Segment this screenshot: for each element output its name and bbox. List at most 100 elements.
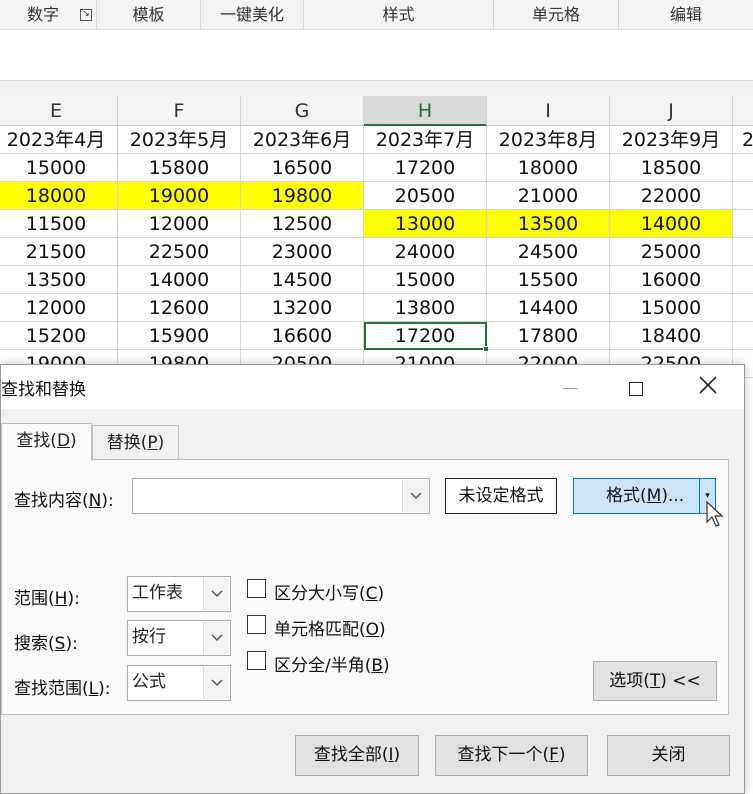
- column-header-f[interactable]: F: [118, 96, 241, 126]
- scope-select[interactable]: 工作表: [127, 576, 231, 612]
- table-cell[interactable]: 13200: [241, 294, 364, 322]
- table-cell[interactable]: [733, 294, 753, 322]
- look-in-value: 公式: [132, 672, 166, 692]
- format-button[interactable]: 格式(M)... ▾: [573, 478, 716, 514]
- table-cell[interactable]: 20500: [364, 182, 487, 210]
- match-byte-label[interactable]: 区分全/半角(B): [274, 651, 390, 676]
- chevron-down-icon[interactable]: [402, 480, 428, 512]
- label-accesskey: F: [549, 745, 559, 765]
- table-cell[interactable]: 18000: [487, 154, 610, 182]
- table-cell[interactable]: 14000: [118, 266, 241, 294]
- label-text: 格式(: [606, 486, 647, 506]
- label-accesskey: T: [649, 671, 661, 691]
- column-header-h[interactable]: H: [364, 96, 487, 126]
- match-case-label[interactable]: 区分大小写(C): [274, 579, 384, 604]
- chevron-down-icon[interactable]: [203, 667, 229, 699]
- label-accesskey: C: [365, 584, 378, 604]
- maximize-icon[interactable]: [614, 369, 658, 405]
- close-button[interactable]: 关闭: [607, 735, 730, 776]
- table-header-cell[interactable]: 2023年7月: [364, 126, 487, 154]
- table-cell[interactable]: 21500: [0, 238, 118, 266]
- table-cell[interactable]: 12600: [118, 294, 241, 322]
- column-header-e[interactable]: E: [0, 96, 118, 126]
- match-entire-cell-checkbox[interactable]: [247, 615, 266, 634]
- table-header-cell[interactable]: 2023年5月: [118, 126, 241, 154]
- options-button[interactable]: 选项(T) <<: [593, 661, 717, 701]
- dialog-titlebar[interactable]: 查找和替换: [1, 365, 744, 409]
- table-cell[interactable]: 12000: [0, 294, 118, 322]
- tab-find[interactable]: 查找(D): [1, 423, 92, 461]
- table-cell[interactable]: 24000: [364, 238, 487, 266]
- no-format-set-button[interactable]: 未设定格式: [445, 478, 557, 514]
- table-cell-highlighted[interactable]: 14000: [610, 210, 733, 238]
- table-cell[interactable]: 13800: [364, 294, 487, 322]
- chevron-down-icon[interactable]: [203, 578, 229, 610]
- table-cell[interactable]: 16600: [241, 322, 364, 350]
- table-header-cell[interactable]: 2023年8月: [487, 126, 610, 154]
- table-cell[interactable]: 18400: [610, 322, 733, 350]
- search-order-select[interactable]: 按行: [127, 620, 231, 656]
- column-header-g[interactable]: G: [241, 96, 364, 126]
- table-cell[interactable]: 15900: [118, 322, 241, 350]
- table-cell[interactable]: [733, 210, 753, 238]
- table-cell[interactable]: 18500: [610, 154, 733, 182]
- column-header-i[interactable]: I: [487, 96, 610, 126]
- table-header-cell[interactable]: 2: [733, 126, 753, 154]
- find-next-button[interactable]: 查找下一个(F): [435, 735, 588, 776]
- table-cell[interactable]: [733, 182, 753, 210]
- table-cell-highlighted[interactable]: 18000: [0, 182, 118, 210]
- table-cell[interactable]: 11500: [0, 210, 118, 238]
- table-cell[interactable]: 21000: [487, 182, 610, 210]
- column-header-k[interactable]: [733, 96, 753, 126]
- table-cell-highlighted[interactable]: 19000: [118, 182, 241, 210]
- label-end: ): [558, 745, 566, 765]
- table-cell[interactable]: 15000: [364, 266, 487, 294]
- match-entire-cell-label[interactable]: 单元格匹配(O): [274, 615, 386, 640]
- spreadsheet-grid[interactable]: E F G H I J 2023年4月 2023年5月 2023年6月 2023…: [0, 96, 753, 386]
- table-cell[interactable]: 13500: [0, 266, 118, 294]
- table-cell[interactable]: 25000: [610, 238, 733, 266]
- table-cell[interactable]: 24500: [487, 238, 610, 266]
- table-cell[interactable]: 14500: [241, 266, 364, 294]
- column-header-j[interactable]: J: [610, 96, 733, 126]
- active-cell[interactable]: 17200: [364, 322, 487, 350]
- fill-handle[interactable]: [483, 346, 489, 352]
- table-cell[interactable]: 15800: [118, 154, 241, 182]
- table-cell[interactable]: 17800: [487, 322, 610, 350]
- table-cell[interactable]: 15200: [0, 322, 118, 350]
- find-what-input[interactable]: [132, 478, 430, 514]
- table-cell[interactable]: 12000: [118, 210, 241, 238]
- tab-replace[interactable]: 替换(P): [92, 425, 179, 459]
- table-cell[interactable]: 23000: [241, 238, 364, 266]
- match-case-checkbox[interactable]: [247, 579, 266, 598]
- table-cell-highlighted[interactable]: 19800: [241, 182, 364, 210]
- table-cell[interactable]: 15000: [610, 294, 733, 322]
- label-end: ): [393, 745, 401, 765]
- table-cell[interactable]: [733, 266, 753, 294]
- find-all-button[interactable]: 查找全部(I): [295, 735, 419, 776]
- dialog-launcher-icon[interactable]: ↘: [80, 9, 92, 21]
- table-cell[interactable]: 17200: [364, 154, 487, 182]
- table-cell[interactable]: 12500: [241, 210, 364, 238]
- table-cell[interactable]: 22000: [610, 182, 733, 210]
- table-cell-highlighted[interactable]: 13000: [364, 210, 487, 238]
- table-cell[interactable]: [733, 322, 753, 350]
- table-header-cell[interactable]: 2023年9月: [610, 126, 733, 154]
- look-in-select[interactable]: 公式: [127, 665, 231, 701]
- close-icon[interactable]: [686, 369, 730, 405]
- table-cell[interactable]: 16000: [610, 266, 733, 294]
- table-cell-highlighted[interactable]: 13500: [487, 210, 610, 238]
- table-header-cell[interactable]: 2023年4月: [0, 126, 118, 154]
- chevron-down-icon[interactable]: [203, 622, 229, 654]
- table-header-cell[interactable]: 2023年6月: [241, 126, 364, 154]
- table-cell[interactable]: [733, 238, 753, 266]
- table-cell[interactable]: 14400: [487, 294, 610, 322]
- minimize-icon[interactable]: [548, 369, 592, 405]
- table-cell[interactable]: 16500: [241, 154, 364, 182]
- table-cell[interactable]: 15000: [0, 154, 118, 182]
- match-byte-checkbox[interactable]: [247, 651, 266, 670]
- table-cell[interactable]: [733, 154, 753, 182]
- label-accesskey: M: [646, 486, 662, 506]
- table-cell[interactable]: 15500: [487, 266, 610, 294]
- table-cell[interactable]: 22500: [118, 238, 241, 266]
